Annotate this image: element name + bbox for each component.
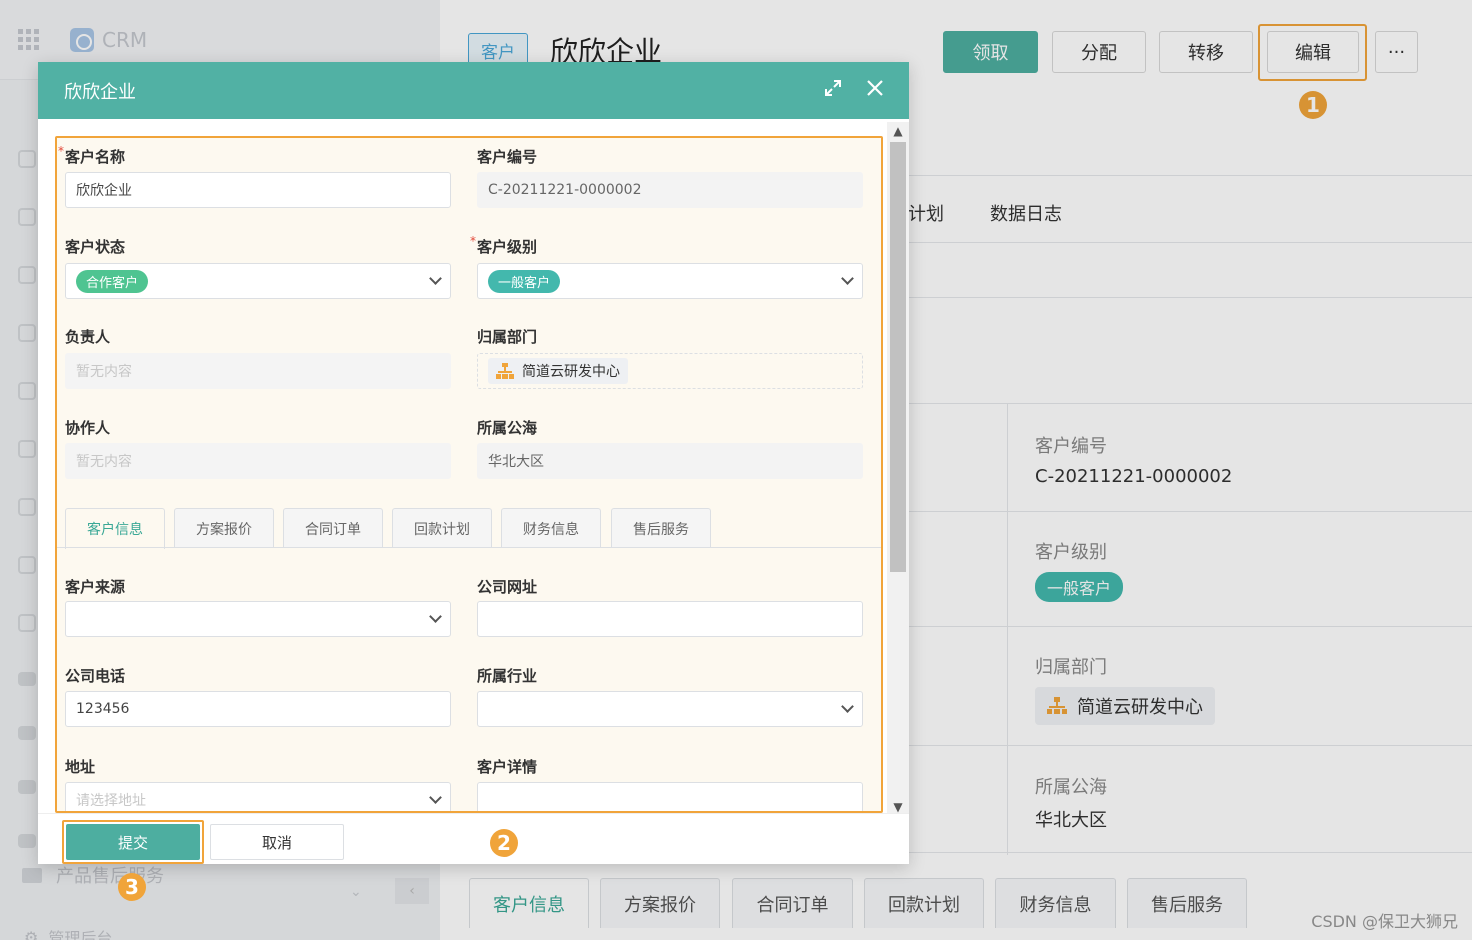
chevron-down-icon bbox=[429, 610, 442, 623]
department-chip: 简道云研发中心 bbox=[488, 358, 628, 384]
customer-detail-input[interactable] bbox=[477, 782, 863, 811]
level-tag: 一般客户 bbox=[488, 269, 561, 293]
website-label: 公司网址 bbox=[477, 578, 538, 596]
dialog-body: * 客户名称 欣欣企业 客户编号 C-20211221-0000002 客户状态 … bbox=[38, 119, 909, 813]
collaborator-field: 暂无内容 bbox=[65, 443, 451, 479]
customer-name-input[interactable]: 欣欣企业 bbox=[65, 172, 451, 208]
customer-detail-label: 客户详情 bbox=[477, 758, 538, 776]
form-tab-finance-info[interactable]: 财务信息 bbox=[501, 508, 601, 548]
customer-status-select[interactable]: 合作客户 bbox=[65, 263, 451, 299]
address-placeholder: 请选择地址 bbox=[76, 793, 146, 809]
department-field[interactable]: 简道云研发中心 bbox=[477, 353, 863, 389]
customer-name-label: * 客户名称 bbox=[58, 144, 126, 166]
chevron-down-icon bbox=[841, 700, 854, 713]
phone-input[interactable]: 123456 bbox=[65, 691, 451, 727]
expand-icon[interactable] bbox=[823, 78, 843, 98]
tab-divider bbox=[57, 547, 881, 548]
dialog-title: 欣欣企业 bbox=[64, 81, 136, 103]
phone-label: 公司电话 bbox=[65, 667, 126, 685]
chevron-down-icon bbox=[841, 272, 854, 285]
scroll-up-icon[interactable]: ▲ bbox=[887, 122, 909, 140]
chevron-down-icon bbox=[429, 791, 442, 804]
form-tab-customer-info[interactable]: 客户信息 bbox=[65, 508, 165, 549]
public-sea-field: 华北大区 bbox=[477, 443, 863, 479]
form-tab-contract-orders[interactable]: 合同订单 bbox=[283, 508, 383, 548]
customer-source-label: 客户来源 bbox=[65, 578, 126, 596]
required-mark: * bbox=[470, 234, 476, 248]
scrollbar-thumb[interactable] bbox=[890, 142, 906, 572]
industry-label: 所属行业 bbox=[477, 667, 538, 685]
department-label: 归属部门 bbox=[477, 328, 538, 346]
callout-badge-3: 3 bbox=[118, 873, 146, 901]
status-tag: 合作客户 bbox=[76, 269, 149, 293]
customer-code-label: 客户编号 bbox=[477, 148, 538, 166]
address-label: 地址 bbox=[65, 758, 96, 776]
watermark: CSDN @保卫大狮兄 bbox=[1311, 912, 1458, 931]
customer-status-label: 客户状态 bbox=[65, 238, 126, 256]
org-chart-icon bbox=[496, 363, 514, 379]
submit-button[interactable]: 提交 bbox=[66, 824, 200, 860]
customer-code-field: C-20211221-0000002 bbox=[477, 172, 863, 208]
address-select[interactable]: 请选择地址 bbox=[65, 782, 451, 811]
owner-field: 暂无内容 bbox=[65, 353, 451, 389]
customer-form: * 客户名称 欣欣企业 客户编号 C-20211221-0000002 客户状态 … bbox=[55, 136, 883, 813]
dialog-scrollbar[interactable]: ▲ ▼ bbox=[887, 122, 909, 816]
website-input[interactable] bbox=[477, 601, 863, 637]
public-sea-label: 所属公海 bbox=[477, 419, 538, 437]
cancel-button[interactable]: 取消 bbox=[210, 824, 344, 860]
edit-customer-dialog: 欣欣企业 * 客户名称 欣欣企业 客户编号 C-20211221-0000002 … bbox=[38, 62, 909, 864]
form-tab-after-sales[interactable]: 售后服务 bbox=[611, 508, 711, 548]
collaborator-label: 协作人 bbox=[65, 419, 111, 437]
chevron-down-icon bbox=[429, 272, 442, 285]
dialog-header: 欣欣企业 bbox=[38, 62, 909, 119]
customer-level-select[interactable]: 一般客户 bbox=[477, 263, 863, 299]
callout-badge-2: 2 bbox=[490, 829, 518, 857]
form-tab-quotation[interactable]: 方案报价 bbox=[174, 508, 274, 548]
industry-select[interactable] bbox=[477, 691, 863, 727]
required-mark: * bbox=[58, 144, 64, 158]
close-icon[interactable] bbox=[865, 78, 885, 98]
department-value: 简道云研发中心 bbox=[522, 364, 620, 380]
owner-label: 负责人 bbox=[65, 328, 111, 346]
customer-level-label: * 客户级别 bbox=[470, 234, 538, 256]
form-tab-payment-plan[interactable]: 回款计划 bbox=[392, 508, 492, 548]
customer-source-select[interactable] bbox=[65, 601, 451, 637]
